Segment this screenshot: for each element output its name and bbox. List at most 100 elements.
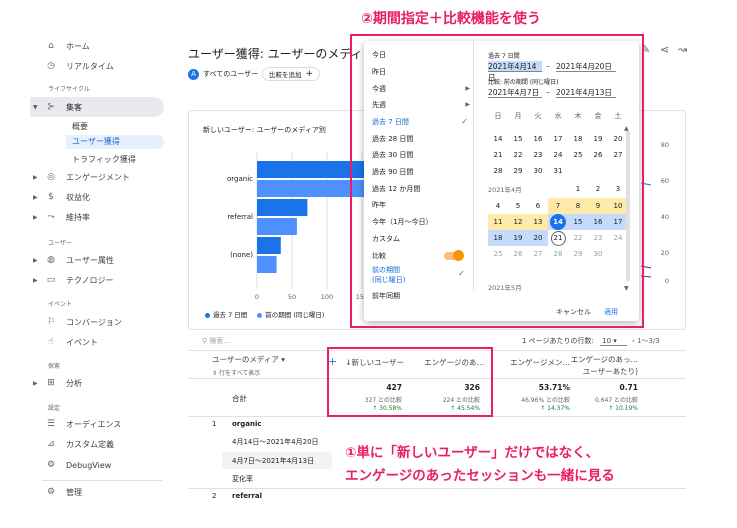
col-engaged-per-user[interactable]: エンゲージのあっ… [566, 354, 638, 365]
y2-tick-label: 0 [665, 277, 669, 285]
insights-icon[interactable]: ↝ [678, 43, 687, 56]
nav-events-label: イベント [66, 337, 98, 347]
shapes-icon: ⊿ [47, 439, 55, 449]
nav-retention[interactable]: ▶ ⤳ 維持率 [30, 207, 164, 227]
nav-analysis[interactable]: ▶ ⊞ 分析 [30, 373, 164, 393]
nav-acquisition[interactable]: ▼ ⊱ 集客 [30, 97, 164, 117]
col-engagement-rate[interactable]: エンゲージメン… [500, 357, 570, 368]
row-2-label[interactable]: referral [232, 492, 262, 500]
dimension-header-label: ユーザーのメディア [212, 355, 279, 364]
caret-right-icon: ▶ [33, 379, 38, 387]
nav-realtime-label: リアルタイム [66, 61, 114, 71]
add-compare-button[interactable]: 比較を追加 + [262, 67, 321, 81]
nav-conversion-label: コンバージョン [66, 317, 122, 327]
bar [257, 237, 281, 254]
nav-realtime[interactable]: ◷ リアルタイム [30, 56, 164, 76]
callout-top: ②期間指定＋比較機能を使う [361, 11, 541, 27]
bar [257, 218, 297, 235]
caret-right-icon: ▶ [33, 256, 38, 264]
nav-admin-label: 管理 [66, 487, 82, 497]
x-tick-label: 0 [255, 293, 259, 301]
table-search[interactable]: ⚲ 検索... [202, 336, 230, 346]
nav-audience[interactable]: ☰ オーディエンス [30, 414, 164, 434]
nav-tech[interactable]: ▶ ▭ テクノロジー [30, 270, 164, 290]
section-lifecycle: ライフサイクル [48, 86, 90, 93]
prev-page-icon[interactable]: ‹ [632, 337, 635, 345]
rows-per-page: 1 ページあたりの行数: 10 ▾ [522, 336, 627, 346]
caret-right-icon: ▶ [33, 193, 38, 201]
nav-user-attr[interactable]: ▶ ◍ ユーザー属性 [30, 250, 164, 270]
add-compare-label: 比較を追加 [269, 71, 302, 79]
category-label: referral [227, 213, 253, 221]
row-1-change: 変化率 [232, 475, 253, 483]
clock-icon: ◷ [47, 61, 55, 71]
x-tick-label: 50 [288, 293, 296, 301]
category-label: organic [227, 175, 253, 183]
nav-engagement[interactable]: ▶ ◎ エンゲージメント [30, 167, 164, 187]
row-1-number: 1 [212, 420, 217, 428]
section-explore: 探索 [48, 363, 61, 370]
nav-audience-label: オーディエンス [66, 419, 122, 429]
rows-per-page-select[interactable]: 10 ▾ [600, 337, 627, 346]
category-label: (none) [230, 251, 253, 259]
nav-monetization[interactable]: ▶ $ 収益化 [30, 187, 164, 207]
caret-right-icon: ▶ [33, 276, 38, 284]
dimension-header[interactable]: ユーザーのメディア ▾ [212, 354, 285, 365]
acquisition-icon: ⊱ [47, 102, 55, 112]
total-eng-rate-compare: 46.96% との比較 [521, 397, 570, 404]
bar [257, 256, 277, 273]
row-1-label[interactable]: organic [232, 420, 262, 428]
nav-home[interactable]: ⌂ ホーム [30, 36, 164, 56]
callout-bottom-line2: エンゲージのあったセッションも一緒に見る [345, 468, 615, 484]
nav-custom-def[interactable]: ⊿ カスタム定義 [30, 434, 164, 454]
nav-events[interactable]: ☝ イベント [30, 332, 164, 352]
all-users-label: すべてのユーザー [203, 70, 259, 78]
caret-down-icon: ▼ [33, 103, 38, 111]
analysis-icon: ⊞ [47, 378, 55, 388]
callout-bottom: ①単に「新しいユーザー」だけではなく、 エンゲージのあったセッションも一緒に見る [345, 442, 615, 488]
engagement-icon: ◎ [47, 172, 55, 182]
nav-acquisition-label: 集客 [66, 102, 82, 112]
y2-tick-label: 20 [661, 249, 669, 257]
highlight-box-columns [327, 347, 493, 417]
caret-down-icon: ▾ [281, 355, 285, 364]
legend-current: 過去 7 日間 [205, 309, 247, 319]
gear-icon: ⚙ [46, 487, 56, 497]
nav-admin[interactable]: ⚙ 管理 [30, 482, 164, 502]
touch-icon: ☝ [48, 337, 54, 347]
search-input[interactable]: 検索... [209, 337, 230, 345]
nav-monetization-label: 収益化 [66, 192, 90, 202]
page-title: ユーザー獲得: ユーザーのメディア [188, 47, 375, 61]
total-label: 合計 [232, 394, 247, 403]
x-tick-label: 100 [321, 293, 333, 301]
col-engaged-per-user-sub: ユーザーあたり) [582, 367, 638, 376]
chart-legend: 過去 7 日間 前の期間 (同じ曜日) [205, 309, 324, 319]
nav-custom-def-label: カスタム定義 [66, 439, 114, 449]
nav-acq-overview[interactable]: 概要 [72, 121, 88, 132]
nav-analysis-label: 分析 [66, 378, 82, 388]
sidebar-divider [42, 480, 162, 481]
nav-acq-traffic[interactable]: トラフィック獲得 [72, 154, 136, 165]
nav-acq-user[interactable]: ユーザー獲得 [66, 135, 164, 149]
show-all-rows-label: 行をすべて表示 [218, 370, 261, 377]
section-settings: 設定 [48, 405, 61, 412]
legend-previous-swatch [257, 312, 263, 318]
legend-previous-label: 前の期間 (同じ曜日) [265, 311, 325, 319]
y2-tick-label: 40 [661, 213, 669, 221]
home-icon: ⌂ [48, 41, 54, 51]
legend-current-swatch [205, 312, 210, 318]
show-all-rows[interactable]: ⇕ 行をすべて表示 [212, 368, 260, 377]
section-user: ユーザー [48, 240, 72, 247]
nav-debugview[interactable]: ⚙ DebugView [30, 455, 164, 475]
plus-icon: + [305, 69, 314, 79]
table-divider [188, 488, 686, 489]
bar [257, 199, 308, 216]
search-icon: ⚲ [202, 337, 208, 345]
callout-bottom-line1: ①単に「新しいユーザー」だけではなく、 [345, 445, 600, 461]
row-1-range-current: 4月14日〜2021年4月20日 [232, 438, 319, 446]
section-event: イベント [48, 301, 73, 308]
pager: ‹ 1〜3/3 [632, 336, 660, 346]
nav-conversion[interactable]: ⚐ コンバージョン [30, 312, 164, 332]
share-icon[interactable]: ⋖ [660, 43, 669, 56]
all-users-chip[interactable]: A すべてのユーザー [188, 67, 258, 81]
